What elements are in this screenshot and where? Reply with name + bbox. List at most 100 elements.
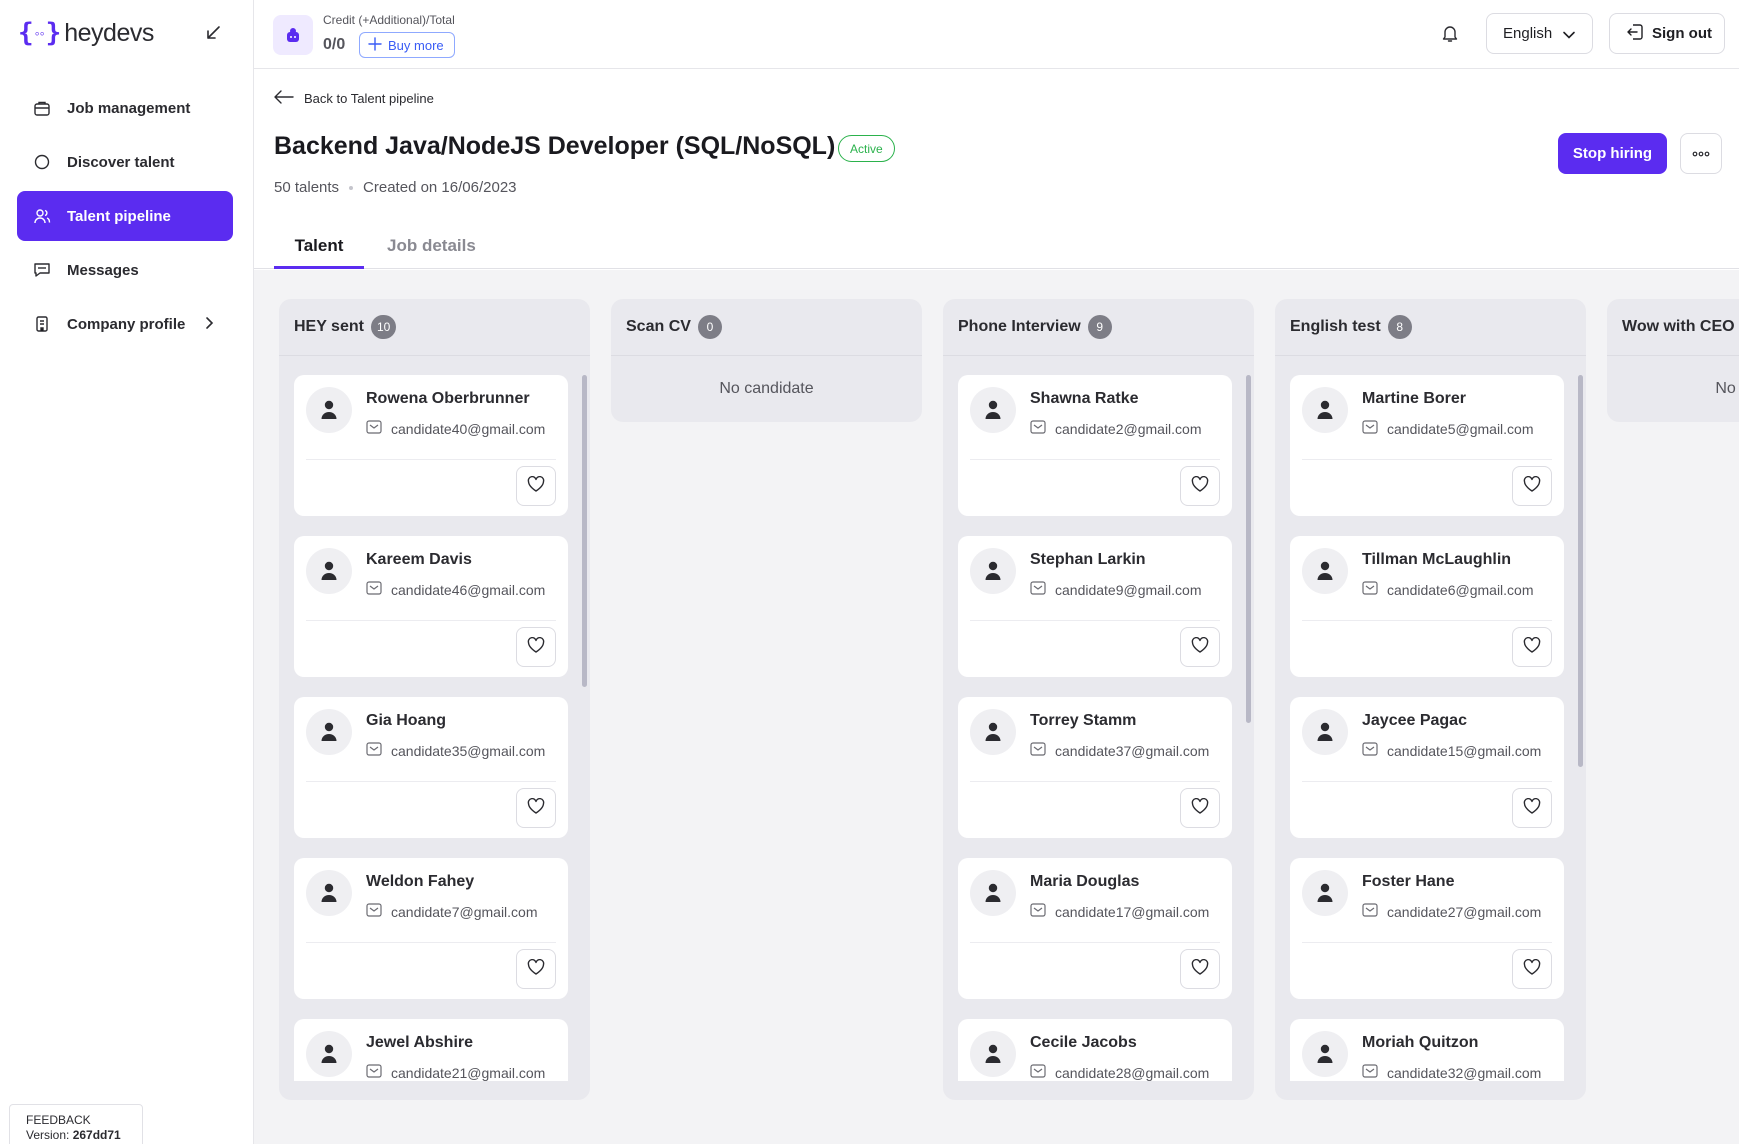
sign-out-button[interactable]: Sign out xyxy=(1609,13,1725,54)
avatar xyxy=(306,870,352,916)
candidate-email: candidate17@gmail.com xyxy=(1030,903,1209,920)
candidate-name: Stephan Larkin xyxy=(1030,551,1146,568)
mail-icon xyxy=(366,903,382,920)
mail-icon xyxy=(1030,903,1046,920)
column-scrollbar[interactable] xyxy=(582,375,587,687)
avatar xyxy=(306,709,352,755)
feedback-box[interactable]: FEEDBACK Version: 267dd71 xyxy=(9,1104,143,1144)
mail-icon xyxy=(1030,581,1046,598)
favorite-button[interactable] xyxy=(516,788,556,828)
heydevs-logo[interactable]: { ◦◦ } heydevs xyxy=(18,18,154,48)
sidebar-item-label: Discover talent xyxy=(67,153,175,171)
favorite-button[interactable] xyxy=(516,466,556,506)
pipeline-column-wow-with-ceo: Wow with CEO No candidate xyxy=(1607,299,1739,422)
favorite-button[interactable] xyxy=(1180,788,1220,828)
tab-job-details[interactable]: Job details xyxy=(387,220,476,269)
candidate-card[interactable]: Maria Douglas candidate17@gmail.com xyxy=(958,858,1232,999)
sidebar-item-company-profile[interactable]: Company profile xyxy=(17,299,233,349)
favorite-button[interactable] xyxy=(1180,627,1220,667)
favorite-button[interactable] xyxy=(1180,466,1220,506)
back-to-pipeline-link[interactable]: Back to Talent pipeline xyxy=(274,90,434,107)
candidate-email: candidate32@gmail.com xyxy=(1362,1064,1541,1081)
search-circle-icon xyxy=(33,153,51,171)
avatar xyxy=(306,387,352,433)
sidebar-item-label: Company profile xyxy=(67,315,186,333)
mail-icon xyxy=(366,420,382,437)
divider xyxy=(970,942,1220,943)
column-header: Phone Interview 9 xyxy=(943,299,1254,356)
heart-icon xyxy=(1191,797,1209,819)
plus-icon xyxy=(368,36,382,54)
sidebar-item-messages[interactable]: Messages xyxy=(17,245,233,295)
divider xyxy=(970,459,1220,460)
divider xyxy=(1302,459,1552,460)
sidebar: { ◦◦ } heydevs Job management Discover t… xyxy=(0,0,254,1144)
heart-icon xyxy=(527,475,545,497)
sign-out-icon xyxy=(1626,23,1644,45)
notification-bell-icon[interactable] xyxy=(1439,22,1461,44)
candidate-name: Shawna Ratke xyxy=(1030,390,1139,407)
credit-label: Credit (+Additional)/Total xyxy=(323,13,455,27)
talent-count: 50 talents xyxy=(274,179,340,196)
tab-talent[interactable]: Talent xyxy=(274,220,364,269)
candidate-card[interactable]: Jewel Abshire candidate21@gmail.com xyxy=(294,1019,568,1081)
arrow-left-icon xyxy=(274,90,294,107)
divider xyxy=(1302,620,1552,621)
avatar xyxy=(970,709,1016,755)
divider xyxy=(1302,942,1552,943)
candidate-card[interactable]: Jaycee Pagac candidate15@gmail.com xyxy=(1290,697,1564,838)
candidate-name: Martine Borer xyxy=(1362,390,1467,407)
candidate-card[interactable]: Gia Hoang candidate35@gmail.com xyxy=(294,697,568,838)
favorite-button[interactable] xyxy=(1180,949,1220,989)
candidate-card[interactable]: Stephan Larkin candidate9@gmail.com xyxy=(958,536,1232,677)
candidate-card[interactable]: Shawna Ratke candidate2@gmail.com xyxy=(958,375,1232,516)
column-count-badge: 9 xyxy=(1087,315,1112,339)
more-options-button[interactable] xyxy=(1680,133,1722,174)
candidate-card[interactable]: Weldon Fahey candidate7@gmail.com xyxy=(294,858,568,999)
column-scrollbar[interactable] xyxy=(1246,375,1251,723)
candidate-email: candidate2@gmail.com xyxy=(1030,420,1202,437)
candidate-card[interactable]: Torrey Stamm candidate37@gmail.com xyxy=(958,697,1232,838)
candidate-email: candidate7@gmail.com xyxy=(366,903,538,920)
candidate-list: Martine Borer candidate5@gmail.com Tillm… xyxy=(1290,375,1564,1081)
collapse-sidebar-icon[interactable] xyxy=(204,24,222,42)
favorite-button[interactable] xyxy=(516,627,556,667)
candidate-card[interactable]: Martine Borer candidate5@gmail.com xyxy=(1290,375,1564,516)
stop-hiring-button[interactable]: Stop hiring xyxy=(1558,133,1667,174)
candidate-name: Gia Hoang xyxy=(366,712,447,729)
column-scrollbar[interactable] xyxy=(1578,375,1583,767)
language-select[interactable]: English xyxy=(1486,13,1593,54)
favorite-button[interactable] xyxy=(1512,466,1552,506)
candidate-card[interactable]: Foster Hane candidate27@gmail.com xyxy=(1290,858,1564,999)
divider xyxy=(970,620,1220,621)
candidate-name: Tillman McLaughlin xyxy=(1362,551,1512,568)
mail-icon xyxy=(366,742,382,759)
favorite-button[interactable] xyxy=(1512,788,1552,828)
candidate-card[interactable]: Moriah Quitzon candidate32@gmail.com xyxy=(1290,1019,1564,1081)
pipeline-column-scan-cv: Scan CV 0 No candidate xyxy=(611,299,922,422)
candidate-email: candidate40@gmail.com xyxy=(366,420,545,437)
candidate-card[interactable]: Rowena Oberbrunner candidate40@gmail.com xyxy=(294,375,568,516)
divider xyxy=(1302,781,1552,782)
column-title: English test xyxy=(1290,318,1381,335)
candidate-name: Kareem Davis xyxy=(366,551,472,568)
column-title: Scan CV xyxy=(626,318,691,335)
candidate-card[interactable]: Tillman McLaughlin candidate6@gmail.com xyxy=(1290,536,1564,677)
sidebar-item-talent-pipeline[interactable]: Talent pipeline xyxy=(17,191,233,241)
sidebar-item-discover-talent[interactable]: Discover talent xyxy=(17,137,233,187)
feedback-label: FEEDBACK xyxy=(26,1113,91,1127)
avatar xyxy=(1302,709,1348,755)
buy-more-button[interactable]: Buy more xyxy=(359,32,455,58)
more-icon xyxy=(1692,145,1710,163)
favorite-button[interactable] xyxy=(516,949,556,989)
candidate-card[interactable]: Cecile Jacobs candidate28@gmail.com xyxy=(958,1019,1232,1081)
candidate-email: candidate21@gmail.com xyxy=(366,1064,545,1081)
mail-icon xyxy=(1362,420,1378,437)
favorite-button[interactable] xyxy=(1512,949,1552,989)
mail-icon xyxy=(1030,1064,1046,1081)
sidebar-item-job-management[interactable]: Job management xyxy=(17,83,233,133)
candidate-card[interactable]: Kareem Davis candidate46@gmail.com xyxy=(294,536,568,677)
status-badge: Active xyxy=(838,135,895,162)
favorite-button[interactable] xyxy=(1512,627,1552,667)
mail-icon xyxy=(1362,1064,1378,1081)
